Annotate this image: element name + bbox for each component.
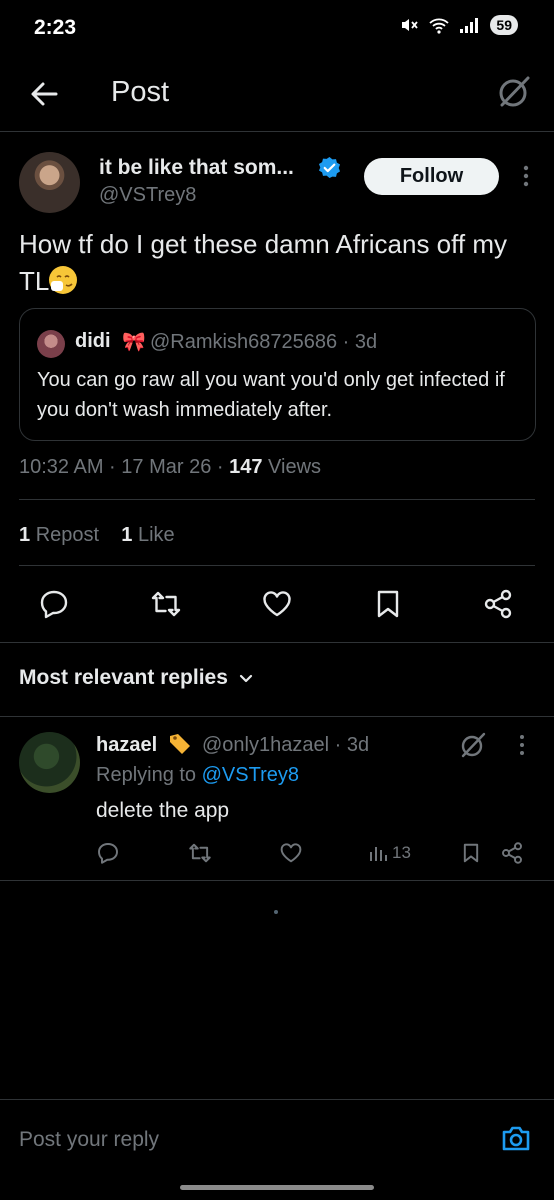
- views-label: Views: [262, 456, 322, 478]
- reply-like-button[interactable]: [279, 840, 303, 866]
- follow-button[interactable]: Follow: [364, 158, 499, 195]
- repost-icon: [189, 843, 211, 863]
- post-timestamp: 10:32 AM · 17 Mar 26 · 147 Views: [19, 456, 321, 479]
- quote-avatar: [37, 330, 65, 358]
- quote-author-meta: @Ramkish68725686 · 3d: [150, 331, 378, 353]
- share-icon: [502, 842, 522, 864]
- reply-views-button[interactable]: 13: [368, 840, 411, 866]
- share-icon[interactable]: [482, 588, 514, 620]
- replies-sort-dropdown[interactable]: Most relevant replies: [19, 666, 254, 690]
- chevron-down-icon: [239, 674, 253, 683]
- quote-name-emoji: 🎀: [122, 332, 146, 353]
- status-icons: 59: [399, 15, 518, 35]
- like-heart-icon: [280, 843, 302, 863]
- quote-text: You can go raw all you want you'd only g…: [37, 369, 505, 421]
- divider: [0, 880, 554, 881]
- reply-reply-button[interactable]: [96, 840, 120, 866]
- analytics-bar-icon: [370, 847, 387, 861]
- page-title: Post: [111, 76, 170, 108]
- reply-avatar[interactable]: [19, 732, 80, 793]
- reply-text: delete the app: [96, 799, 230, 822]
- post-time: 10:32 AM · 17 Mar 26 ·: [19, 456, 230, 478]
- reply-input[interactable]: Post your reply: [19, 1128, 159, 1152]
- reposts-label[interactable]: Repost: [36, 524, 99, 546]
- bookmark-icon: [463, 843, 479, 863]
- top-bar: Post: [0, 58, 554, 132]
- reply-share-button[interactable]: [500, 840, 524, 866]
- post-actions: [0, 588, 554, 624]
- post-author: it be like that som... @VSTrey8 Follow: [0, 150, 554, 216]
- signal-icon: [460, 18, 479, 33]
- reply-bookmark-button[interactable]: [460, 840, 482, 866]
- reposts-count[interactable]: 1: [19, 524, 30, 546]
- bookmark-icon[interactable]: [372, 588, 404, 620]
- repost-icon[interactable]: [150, 588, 182, 620]
- reply-repost-button[interactable]: [188, 840, 212, 866]
- mute-icon: [402, 19, 419, 31]
- more-options-icon[interactable]: [522, 164, 530, 188]
- likes-count[interactable]: 1: [121, 524, 132, 546]
- views-count[interactable]: 147: [229, 456, 262, 478]
- post-stats: 1 Repost 1 Like: [19, 524, 175, 547]
- reply-icon: [98, 843, 118, 864]
- author-name[interactable]: it be like that som...: [99, 156, 294, 180]
- divider: [19, 499, 535, 500]
- divider: [0, 642, 554, 643]
- reply-author-name[interactable]: hazael: [96, 734, 157, 757]
- replying-to: Replying to @VSTrey8: [96, 764, 299, 787]
- wifi-icon: [429, 18, 450, 34]
- replies-sort-label: Most relevant replies: [19, 666, 228, 689]
- home-indicator: [180, 1185, 374, 1190]
- author-avatar[interactable]: [19, 152, 80, 213]
- post-text: How tf do I get these damn Africans off …: [19, 226, 539, 300]
- quoted-post[interactable]: didi 🎀 @Ramkish68725686 · 3d You can go …: [19, 308, 536, 441]
- replying-to-prefix: Replying to: [96, 764, 202, 786]
- replying-to-handle[interactable]: @VSTrey8: [202, 764, 299, 786]
- more-options-icon[interactable]: [518, 734, 526, 756]
- grok-icon[interactable]: [494, 72, 534, 112]
- reply-icon[interactable]: [38, 588, 70, 620]
- grok-icon[interactable]: [458, 730, 488, 760]
- loading-indicator: [274, 910, 278, 914]
- status-time: 2:23: [34, 16, 77, 39]
- battery-indicator: 59: [490, 15, 518, 35]
- author-handle[interactable]: @VSTrey8: [99, 184, 196, 207]
- reply-author-meta: @only1hazael · 3d: [202, 734, 370, 756]
- quote-author-name: didi: [75, 330, 111, 352]
- like-heart-icon[interactable]: [261, 588, 293, 620]
- divider: [19, 565, 535, 566]
- label-tag-emoji-icon: [170, 734, 190, 754]
- reply-composer: Post your reply: [0, 1099, 554, 1200]
- reply-views-count: 13: [392, 843, 411, 862]
- status-bar: 2:23 59: [0, 0, 554, 58]
- camera-icon[interactable]: [500, 1122, 532, 1154]
- sneezing-face-emoji-icon: [49, 266, 78, 294]
- reply-item[interactable]: hazael @only1hazael · 3d Replying to @VS…: [0, 716, 554, 880]
- reply-actions: 13: [0, 840, 554, 868]
- verified-badge-icon: [318, 156, 341, 179]
- back-arrow-icon[interactable]: [26, 76, 62, 112]
- post-text-body: How tf do I get these damn Africans off …: [19, 229, 507, 296]
- likes-label[interactable]: Like: [138, 524, 175, 546]
